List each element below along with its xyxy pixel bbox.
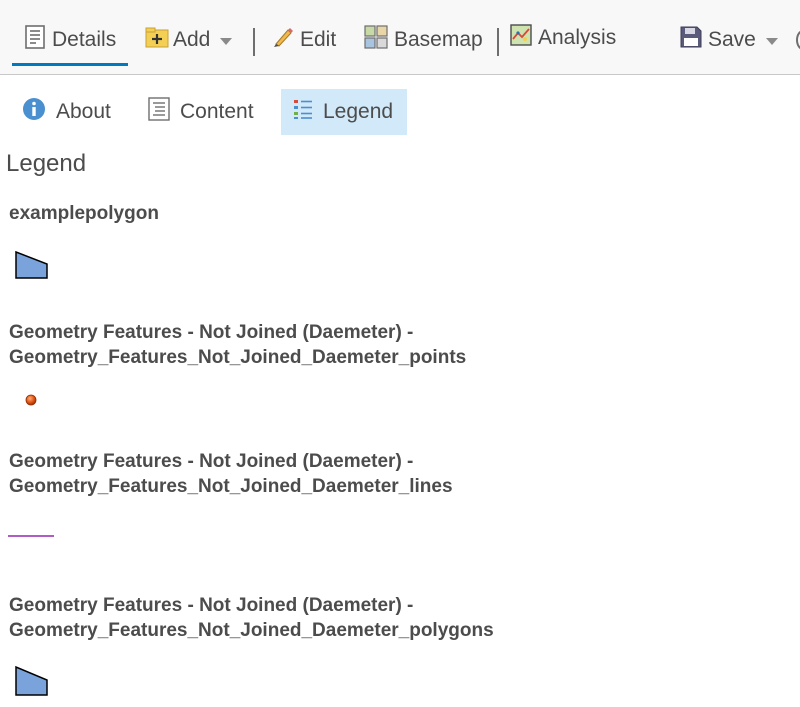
add-label: Add — [173, 28, 211, 51]
layer-title-line: Geometry Features - Not Joined (Daemeter… — [9, 322, 414, 343]
tab-content[interactable]: Content — [148, 89, 273, 135]
add-icon — [145, 25, 169, 55]
analysis-label: Analysis — [538, 26, 617, 49]
layer-title-line: Geometry_Features_Not_Joined_Daemeter_po… — [9, 620, 494, 641]
legend-layer-title: examplepolygon — [9, 201, 159, 226]
details-label: Details — [52, 28, 117, 51]
layer-title-line: Geometry_Features_Not_Joined_Daemeter_li… — [9, 476, 453, 497]
tab-content-label: Content — [180, 100, 254, 123]
toolbar-divider — [497, 28, 499, 56]
content-list-icon — [148, 97, 170, 127]
polygon-symbol-icon — [15, 665, 48, 696]
details-icon — [24, 25, 46, 55]
edit-label: Edit — [300, 28, 337, 51]
legend-heading: Legend — [6, 150, 87, 177]
active-tool-indicator — [12, 63, 128, 66]
basemap-button[interactable]: Basemap — [364, 25, 483, 55]
pencil-icon — [272, 26, 294, 54]
basemap-grid-icon — [364, 25, 388, 55]
legend-list-icon — [293, 98, 313, 126]
info-icon — [22, 97, 46, 127]
legend-layer-title: Geometry Features - Not Joined (Daemeter… — [9, 320, 466, 370]
legend-layer-title: Geometry Features - Not Joined (Daemeter… — [9, 593, 494, 643]
floppy-disk-icon — [680, 26, 702, 54]
edit-button[interactable]: Edit — [272, 26, 336, 54]
tab-legend[interactable]: Legend — [281, 89, 407, 135]
layer-title-line: Geometry Features - Not Joined (Daemeter… — [9, 451, 414, 472]
chevron-down-icon — [220, 38, 233, 45]
polygon-symbol-icon — [15, 250, 48, 279]
save-button[interactable]: Save — [680, 26, 778, 54]
tab-about[interactable]: About — [22, 89, 132, 135]
map-viewer-toolbar: Details Add Edit Basemap Analysis Save — [0, 0, 800, 75]
legend-layer-title: Geometry Features - Not Joined (Daemeter… — [9, 449, 453, 499]
save-label: Save — [708, 28, 756, 51]
add-button[interactable]: Add — [145, 25, 233, 55]
point-symbol-icon — [25, 394, 37, 406]
more-tools-icon[interactable] — [796, 30, 800, 50]
layer-title-line: Geometry Features - Not Joined (Daemeter… — [9, 595, 414, 616]
tab-legend-label: Legend — [323, 100, 394, 123]
basemap-label: Basemap — [394, 28, 483, 51]
layer-title-line: Geometry_Features_Not_Joined_Daemeter_po… — [9, 347, 467, 368]
analysis-map-icon — [510, 24, 532, 52]
analysis-button[interactable]: Analysis — [510, 24, 616, 52]
line-symbol-icon — [8, 535, 54, 537]
chevron-down-icon — [765, 38, 778, 45]
layer-title-line: examplepolygon — [9, 203, 159, 224]
toolbar-divider — [253, 28, 255, 56]
details-button[interactable]: Details — [24, 25, 117, 55]
panel-tabs: About Content Legend — [0, 86, 800, 138]
tab-about-label: About — [56, 100, 111, 123]
